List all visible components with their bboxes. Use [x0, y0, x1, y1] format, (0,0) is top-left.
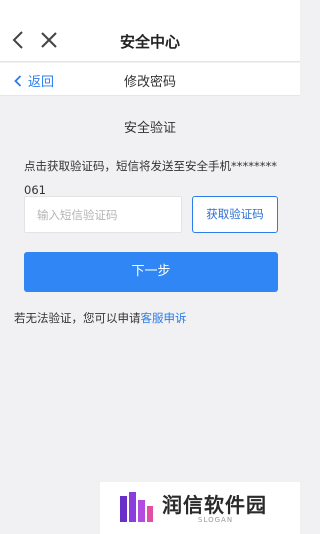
- fallback-label: 若无法验证，您可以申请: [14, 311, 141, 325]
- sub-title: 修改密码: [123, 75, 176, 90]
- watermark: 润信软件园 SLOGAN: [100, 482, 300, 534]
- sms-code-input[interactable]: [24, 196, 182, 233]
- fallback-text: 若无法验证，您可以申请客服申诉: [14, 310, 187, 326]
- page-title: 安全中心: [119, 33, 180, 51]
- section-title: 安全验证: [123, 121, 176, 136]
- watermark-slogan: SLOGAN: [198, 516, 234, 524]
- customer-service-appeal-link[interactable]: 客服申诉: [141, 311, 187, 325]
- logo-icon: [118, 492, 154, 528]
- next-step-button[interactable]: 下一步: [24, 252, 278, 292]
- sms-notice-text: 点击获取验证码，短信将发送至安全手机********061: [24, 159, 277, 197]
- get-code-button[interactable]: 获取验证码: [192, 196, 278, 233]
- top-navigation-bar: 安全中心: [0, 0, 300, 62]
- watermark-name: 润信软件园: [162, 493, 267, 517]
- sub-header: 返回 修改密码: [0, 63, 300, 96]
